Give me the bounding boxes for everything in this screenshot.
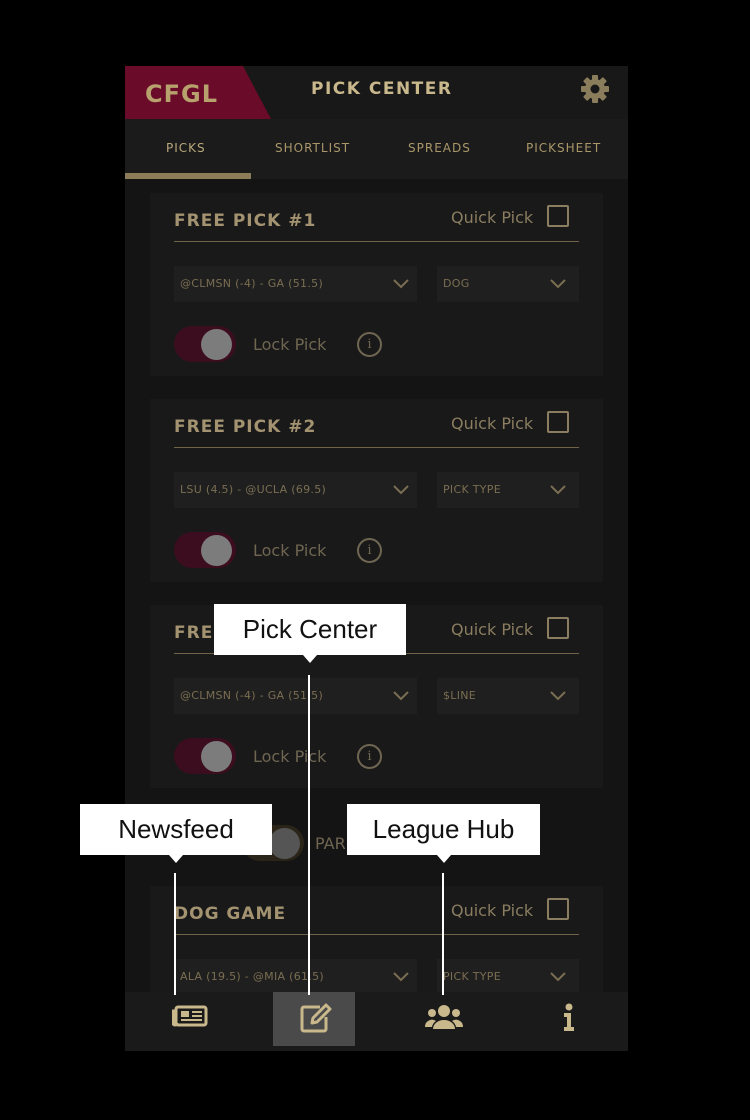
tab-spreads[interactable]: SPREADS (408, 141, 471, 155)
callout-pick-center: Pick Center (214, 604, 406, 663)
users-icon (424, 1005, 464, 1029)
lock-pick-label: Lock Pick (253, 335, 327, 354)
card-title: DOG GAME (174, 904, 287, 924)
bottom-nav (125, 992, 628, 1051)
quick-pick-checkbox[interactable] (547, 617, 569, 639)
chevron-down-icon (550, 691, 566, 701)
info-icon[interactable]: i (357, 744, 382, 769)
quick-pick-checkbox[interactable] (547, 411, 569, 433)
toggle-knob (201, 329, 232, 360)
newspaper-icon (172, 1005, 208, 1027)
pick-card: DOG GAME Quick Pick ALA (19.5) - @MIA (6… (150, 886, 603, 1006)
divider (174, 447, 579, 448)
game-select-value: @CLMSN (-4) - GA (51.5) (180, 277, 324, 290)
chevron-down-icon (393, 485, 409, 495)
chevron-down-icon (393, 972, 409, 982)
callout-newsfeed: Newsfeed (80, 804, 272, 863)
callout-line (174, 873, 176, 995)
chevron-down-icon (550, 972, 566, 982)
quick-pick-label: Quick Pick (451, 208, 534, 227)
chevron-down-icon (393, 279, 409, 289)
toggle-knob (269, 828, 300, 859)
card-title: FREE PICK #1 (174, 211, 317, 231)
quick-pick-label: Quick Pick (451, 414, 534, 433)
quick-pick-label: Quick Pick (451, 901, 534, 920)
active-tab-indicator (125, 173, 251, 179)
pick-type-value: PICK TYPE (443, 970, 501, 983)
quick-pick-label: Quick Pick (451, 620, 534, 639)
pick-type-select[interactable]: PICK TYPE (437, 472, 579, 508)
gear-icon[interactable] (580, 74, 610, 104)
app-header: CFGL PICK CENTER (125, 66, 628, 119)
quick-pick-checkbox[interactable] (547, 898, 569, 920)
game-select[interactable]: @CLMSN (-4) - GA (51.5) (174, 678, 417, 714)
game-select-value: @CLMSN (-4) - GA (51.5) (180, 689, 324, 702)
divider (174, 241, 579, 242)
pick-type-value: DOG (443, 277, 470, 290)
logo-text: CFGL (145, 80, 218, 108)
pick-type-value: $LINE (443, 689, 477, 702)
pick-type-select[interactable]: PICK TYPE (437, 959, 579, 995)
nav-pick-center[interactable] (273, 992, 355, 1046)
lock-pick-toggle[interactable] (174, 738, 236, 774)
page-title: PICK CENTER (311, 79, 453, 99)
lock-pick-toggle[interactable] (174, 532, 236, 568)
chevron-down-icon (550, 485, 566, 495)
game-select-value: ALA (19.5) - @MIA (61.5) (180, 970, 324, 983)
divider (174, 934, 579, 935)
pick-card: FREE PICK #1 Quick Pick @CLMSN (-4) - GA… (150, 193, 603, 376)
pick-card: FREE PICK #2 Quick Pick LSU (4.5) - @UCL… (150, 399, 603, 582)
app-screen: CFGL PICK CENTER PICKS SHORTLIST SPREADS… (125, 66, 628, 1051)
quick-pick-checkbox[interactable] (547, 205, 569, 227)
lock-pick-label: Lock Pick (253, 541, 327, 560)
chevron-down-icon (393, 691, 409, 701)
callout-line (442, 873, 444, 995)
callout-line (308, 675, 310, 995)
nav-newsfeed[interactable] (147, 992, 229, 1046)
tab-bar: PICKS SHORTLIST SPREADS PICKSHEET (125, 119, 628, 179)
edit-icon (300, 1003, 332, 1033)
game-select[interactable]: @CLMSN (-4) - GA (51.5) (174, 266, 417, 302)
game-select[interactable]: LSU (4.5) - @UCLA (69.5) (174, 472, 417, 508)
info-icon[interactable]: i (357, 538, 382, 563)
info-icon[interactable]: i (357, 332, 382, 357)
callout-league-hub: League Hub (347, 804, 540, 863)
toggle-knob (201, 741, 232, 772)
card-title: FREE PICK #2 (174, 417, 317, 437)
nav-info[interactable] (525, 992, 607, 1046)
tab-picks[interactable]: PICKS (166, 141, 206, 155)
pick-type-value: PICK TYPE (443, 483, 501, 496)
tab-picksheet[interactable]: PICKSHEET (526, 141, 601, 155)
game-select[interactable]: ALA (19.5) - @MIA (61.5) (174, 959, 417, 995)
chevron-down-icon (550, 279, 566, 289)
logo: CFGL (125, 66, 271, 119)
tab-shortlist[interactable]: SHORTLIST (275, 141, 350, 155)
lock-pick-toggle[interactable] (174, 326, 236, 362)
lock-pick-label: Lock Pick (253, 747, 327, 766)
nav-league-hub[interactable] (399, 992, 481, 1046)
pick-type-select[interactable]: DOG (437, 266, 579, 302)
pick-type-select[interactable]: $LINE (437, 678, 579, 714)
game-select-value: LSU (4.5) - @UCLA (69.5) (180, 483, 327, 496)
info-icon (564, 1003, 574, 1031)
toggle-knob (201, 535, 232, 566)
